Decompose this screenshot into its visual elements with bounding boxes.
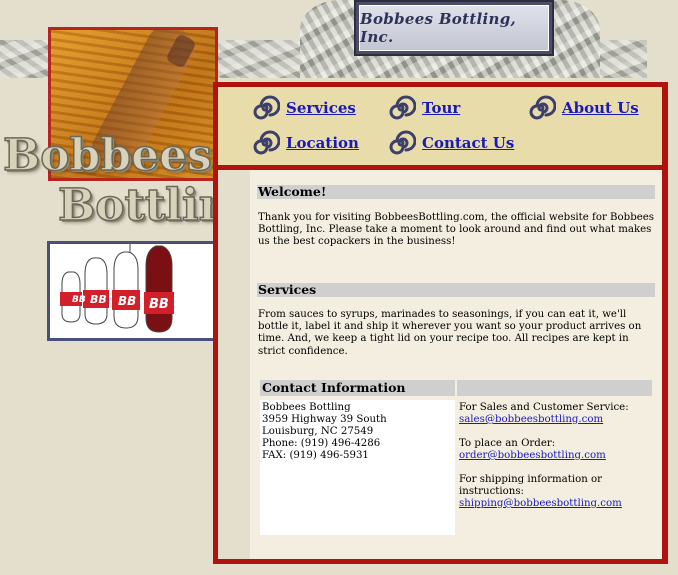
services-link[interactable]: Services: [286, 99, 356, 117]
spiral-icon: [529, 95, 556, 120]
fax-line: FAX: (919) 496-5931: [262, 450, 369, 461]
spiral-icon: [389, 130, 416, 155]
order-email-link[interactable]: order@bobbeesbottling.com: [459, 450, 606, 461]
about-us-link[interactable]: About Us: [562, 99, 639, 117]
welcome-text: Thank you for visiting BobbeesBottling.c…: [258, 212, 655, 248]
nav-item-tour[interactable]: Tour: [386, 93, 460, 123]
welcome-heading: Welcome!: [257, 185, 655, 199]
address-line: 3959 Highway 39 South: [262, 414, 387, 425]
spiral-icon: [253, 95, 280, 120]
contact-heading-right: [457, 380, 652, 396]
address-line: Bobbees Bottling: [262, 402, 351, 413]
bottle-label-3: BB: [118, 294, 136, 308]
shipping-label: For shipping information or instructions…: [459, 474, 603, 497]
nav-item-contact-us[interactable]: Contact Us: [386, 128, 514, 158]
tour-link[interactable]: Tour: [422, 99, 460, 117]
spiral-icon: [389, 95, 416, 120]
nav-item-about-us[interactable]: About Us: [526, 93, 639, 123]
bottle-label-2: BB: [90, 293, 107, 306]
content-left-margin: [218, 170, 250, 559]
sales-email-link[interactable]: sales@bobbeesbottling.com: [459, 414, 603, 425]
contact-emails: For Sales and Customer Service: sales@bo…: [459, 402, 654, 510]
title-plaque: Bobbees Bottling, Inc.: [354, 0, 554, 56]
address-line: Louisburg, NC 27549: [262, 426, 374, 437]
bottle-label-4: BB: [149, 297, 169, 312]
nav-item-location[interactable]: Location: [250, 128, 359, 158]
site-title: Bobbees Bottling, Inc.: [359, 5, 549, 51]
shipping-email-link[interactable]: shipping@bobbeesbottling.com: [459, 498, 622, 509]
nav-bar: Services Tour About Us Location Contact …: [218, 87, 662, 170]
location-link[interactable]: Location: [286, 134, 359, 152]
nav-item-services[interactable]: Services: [250, 93, 356, 123]
phone-line: Phone: (919) 496-4286: [262, 438, 381, 449]
contact-address: Bobbees Bottling 3959 Highway 39 South L…: [260, 400, 455, 535]
contact-heading: Contact Information: [260, 380, 455, 396]
contact-us-link[interactable]: Contact Us: [422, 134, 514, 152]
spiral-icon: [253, 130, 280, 155]
services-heading: Services: [257, 283, 655, 297]
bottle-label-1: BB: [72, 295, 86, 305]
order-label: To place an Order:: [459, 438, 556, 449]
bottles-illustration: BB BB BB BB: [47, 241, 219, 341]
services-text: From sauces to syrups, marinades to seas…: [258, 309, 642, 357]
sales-label: For Sales and Customer Service:: [459, 402, 629, 413]
logo: Bobbees Bottling: [2, 129, 262, 240]
logo-line1: Bobbees: [2, 129, 212, 182]
